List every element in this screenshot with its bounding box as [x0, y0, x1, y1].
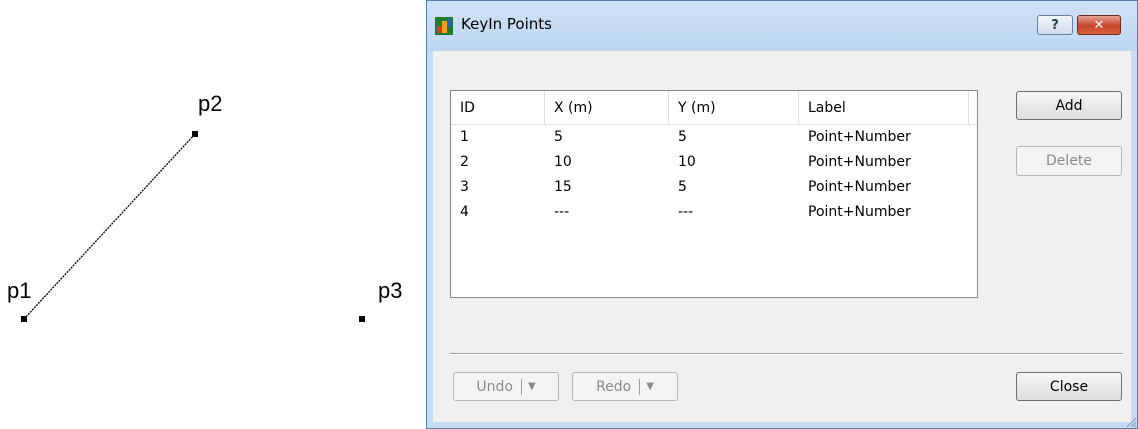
cell-id: 2 — [460, 154, 469, 170]
point-label-p3: p3 — [378, 278, 402, 303]
separator — [450, 353, 1123, 355]
cell-id: 3 — [460, 179, 469, 195]
title-bar[interactable]: KeyIn Points ? ✕ — [427, 1, 1137, 51]
dialog-client-area: ID X (m) Y (m) Label 1 5 5 Point+Number … — [433, 51, 1131, 422]
column-divider[interactable] — [544, 91, 545, 124]
add-button[interactable]: Add — [1016, 91, 1122, 120]
cell-id: 4 — [460, 204, 469, 220]
column-divider[interactable] — [668, 91, 669, 124]
redo-split-button[interactable]: Redo ▼ — [572, 372, 678, 401]
drawing-canvas[interactable]: p1 p2 p3 — [0, 0, 426, 429]
points-table[interactable]: ID X (m) Y (m) Label 1 5 5 Point+Number … — [450, 90, 978, 298]
chevron-down-icon[interactable]: ▼ — [528, 381, 536, 392]
column-header-id[interactable]: ID — [460, 100, 475, 116]
app-icon — [435, 17, 453, 35]
resize-grip-icon[interactable] — [1123, 414, 1137, 428]
point-marker-p2[interactable] — [192, 131, 198, 137]
table-row[interactable]: 1 5 5 Point+Number — [451, 125, 977, 150]
table-header: ID X (m) Y (m) Label — [451, 91, 977, 125]
split-divider — [520, 378, 522, 395]
column-divider[interactable] — [798, 91, 799, 124]
delete-button[interactable]: Delete — [1016, 146, 1122, 176]
split-divider — [639, 378, 641, 395]
column-header-label[interactable]: Label — [808, 100, 846, 116]
cell-y[interactable]: 5 — [678, 179, 687, 195]
column-header-x[interactable]: X (m) — [554, 100, 593, 116]
cell-x[interactable]: 10 — [554, 154, 572, 170]
chevron-down-icon[interactable]: ▼ — [646, 381, 654, 392]
column-header-y[interactable]: Y (m) — [678, 100, 716, 116]
cell-y[interactable]: --- — [678, 204, 693, 220]
redo-button-label: Redo — [596, 378, 632, 395]
cell-x[interactable]: 5 — [554, 129, 563, 145]
cell-label[interactable]: Point+Number — [808, 129, 911, 145]
close-button-label: Close — [1049, 378, 1089, 395]
delete-button-label: Delete — [1046, 153, 1092, 169]
point-marker-p3[interactable] — [359, 316, 365, 322]
cell-x[interactable]: --- — [554, 204, 569, 220]
undo-button-label: Undo — [476, 378, 513, 395]
point-label-p1: p1 — [7, 278, 31, 303]
point-marker-p1[interactable] — [21, 316, 27, 322]
cell-y[interactable]: 10 — [678, 154, 696, 170]
segment-p1-p2 — [23, 133, 196, 320]
dialog-title: KeyIn Points — [461, 15, 552, 33]
cell-id: 1 — [460, 129, 469, 145]
column-divider[interactable] — [968, 91, 969, 124]
add-button-label: Add — [1055, 97, 1083, 114]
undo-split-button[interactable]: Undo ▼ — [453, 372, 559, 401]
table-row[interactable]: 4 --- --- Point+Number — [451, 200, 977, 225]
keyin-points-dialog: KeyIn Points ? ✕ ID X (m) Y (m) Label 1 … — [426, 0, 1138, 429]
cell-x[interactable]: 15 — [554, 179, 572, 195]
cell-label[interactable]: Point+Number — [808, 154, 911, 170]
cell-label[interactable]: Point+Number — [808, 204, 911, 220]
table-row[interactable]: 3 15 5 Point+Number — [451, 175, 977, 200]
close-icon: ✕ — [1093, 17, 1105, 33]
window-close-button[interactable]: ✕ — [1077, 15, 1121, 35]
point-label-p2: p2 — [198, 91, 222, 116]
close-button[interactable]: Close — [1016, 372, 1122, 401]
table-row[interactable]: 2 10 10 Point+Number — [451, 150, 977, 175]
cell-label[interactable]: Point+Number — [808, 179, 911, 195]
cell-y[interactable]: 5 — [678, 129, 687, 145]
help-button[interactable]: ? — [1037, 15, 1073, 35]
question-icon: ? — [1051, 17, 1059, 33]
